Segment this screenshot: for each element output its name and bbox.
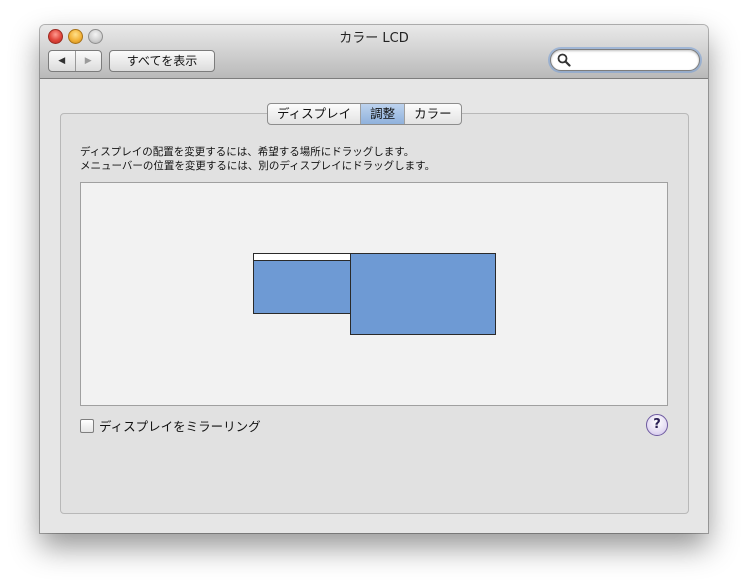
secondary-display[interactable] bbox=[350, 253, 496, 335]
search-input[interactable] bbox=[572, 51, 690, 67]
toolbar: カラー LCD ◀ ▶ すべてを表示 bbox=[40, 25, 708, 79]
back-button[interactable]: ◀ bbox=[49, 51, 75, 71]
forward-button[interactable]: ▶ bbox=[74, 51, 102, 71]
instruction-text-menubar: メニューバーの位置を変更するには、別のディスプレイにドラッグします。 bbox=[80, 160, 436, 172]
tab-arrangement[interactable]: 調整 bbox=[360, 104, 405, 124]
instruction-text-arrange: ディスプレイの配置を変更するには、希望する場所にドラッグします。 bbox=[80, 146, 415, 158]
mirror-displays-checkbox[interactable] bbox=[80, 418, 94, 433]
window-title: カラー LCD bbox=[339, 31, 409, 46]
tab-bar: ディスプレイ 調整 カラー bbox=[267, 103, 462, 125]
forward-arrow-icon: ▶ bbox=[84, 56, 92, 66]
mirror-displays-option: ディスプレイをミラーリング bbox=[80, 416, 261, 435]
back-forward-control: ◀ ▶ bbox=[48, 50, 102, 72]
display-with-menubar[interactable] bbox=[253, 253, 351, 314]
back-arrow-icon: ◀ bbox=[58, 56, 66, 66]
tab-color[interactable]: カラー bbox=[404, 104, 461, 124]
show-all-button[interactable]: すべてを表示 bbox=[109, 50, 215, 72]
display-arrangement-area bbox=[80, 182, 668, 406]
search-icon bbox=[557, 53, 571, 67]
menu-bar-indicator[interactable] bbox=[254, 254, 350, 261]
mirror-displays-label[interactable]: ディスプレイをミラーリング bbox=[99, 416, 261, 435]
preferences-window: カラー LCD ◀ ▶ すべてを表示 ディスプレイ 調整 カラー ディスプレイの… bbox=[40, 25, 708, 533]
tab-display[interactable]: ディスプレイ bbox=[268, 104, 360, 124]
search-field[interactable] bbox=[550, 49, 700, 71]
help-button[interactable]: ? bbox=[646, 414, 668, 436]
